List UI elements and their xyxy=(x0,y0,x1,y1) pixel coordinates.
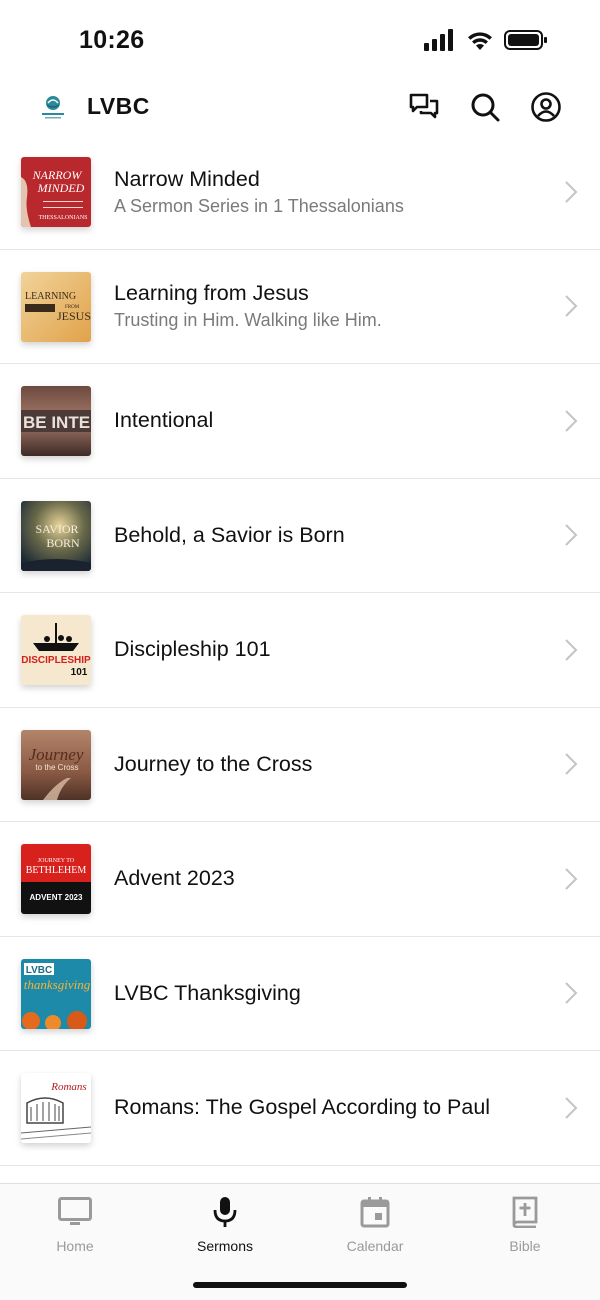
row-text: Romans: The Gospel According to Paul xyxy=(114,1051,490,1165)
account-icon xyxy=(531,92,561,122)
list-item[interactable]: DISCIPLESHIP 101 Discipleship 101 xyxy=(0,593,600,708)
account-button[interactable] xyxy=(529,90,563,124)
series-subtitle: Trusting in Him. Walking like Him. xyxy=(114,310,382,331)
svg-text:101: 101 xyxy=(71,667,88,678)
list-item[interactable]: NARROW MINDED THESSALONIANS Narrow Minde… xyxy=(0,135,600,250)
chevron-right-icon xyxy=(565,295,578,317)
svg-text:LEARNING: LEARNING xyxy=(25,291,76,302)
status-bar: 10:26 xyxy=(0,0,600,80)
svg-text:BORN: BORN xyxy=(46,536,80,550)
chevron-right-icon xyxy=(565,181,578,203)
microphone-icon xyxy=(213,1197,237,1227)
status-time: 10:26 xyxy=(79,26,145,54)
cellular-signal-icon xyxy=(424,29,453,51)
search-button[interactable] xyxy=(468,90,502,124)
chevron-right-icon xyxy=(565,1097,578,1119)
svg-text:Romans: Romans xyxy=(50,1081,86,1093)
list-item[interactable]: JOURNEY TO BETHLEHEM ADVENT 2023 Advent … xyxy=(0,822,600,937)
svg-text:BE INTENT: BE INTENT xyxy=(23,413,91,432)
tab-label: Bible xyxy=(509,1238,541,1254)
row-text: Learning from Jesus Trusting in Him. Wal… xyxy=(114,250,382,364)
series-title: Discipleship 101 xyxy=(114,637,271,662)
app-title: LVBC xyxy=(87,93,150,119)
svg-text:SAVIOR: SAVIOR xyxy=(35,522,78,536)
home-indicator xyxy=(193,1282,407,1288)
svg-text:JOURNEY TO: JOURNEY TO xyxy=(38,858,75,864)
tab-home[interactable]: Home xyxy=(0,1194,150,1254)
series-title: Narrow Minded xyxy=(114,166,260,191)
chevron-right-icon xyxy=(565,753,578,775)
row-text: Advent 2023 xyxy=(114,822,235,936)
series-artwork: LVBC thanksgiving xyxy=(21,958,91,1029)
list-item[interactable]: Journey to the Cross Journey to the Cros… xyxy=(0,708,600,822)
row-text: Intentional xyxy=(114,364,213,478)
svg-text:DISCIPLESHIP: DISCIPLESHIP xyxy=(21,655,91,666)
list-item[interactable]: LEARNING FROM JESUS. Learning from Jesus… xyxy=(0,250,600,364)
series-title: Intentional xyxy=(114,408,214,433)
series-title: LVBC Thanksgiving xyxy=(114,980,301,1005)
chevron-right-icon xyxy=(565,982,578,1004)
series-title: Advent 2023 xyxy=(114,866,235,891)
tab-bar: Home Sermons Calendar Bible xyxy=(0,1183,600,1300)
series-artwork: NARROW MINDED THESSALONIANS xyxy=(21,157,91,227)
series-artwork: DISCIPLESHIP 101 xyxy=(21,615,91,685)
status-icons xyxy=(424,29,548,51)
svg-text:THESSALONIANS: THESSALONIANS xyxy=(38,215,87,221)
chat-button[interactable] xyxy=(407,90,441,124)
bible-icon xyxy=(512,1196,538,1228)
chat-icon xyxy=(409,93,439,119)
series-title: Behold, a Savior is Born xyxy=(114,522,345,547)
svg-text:JESUS.: JESUS. xyxy=(57,309,91,323)
list-item[interactable]: BE INTENT Intentional xyxy=(0,364,600,479)
app-header: LVBC xyxy=(0,80,600,138)
svg-text:Journey: Journey xyxy=(29,745,84,764)
list-item[interactable]: Romans Romans: The Gospel According to P… xyxy=(0,1051,600,1166)
row-text: Narrow Minded A Sermon Series in 1 Thess… xyxy=(114,135,404,249)
monitor-icon xyxy=(58,1197,92,1225)
svg-text:thanksgiving: thanksgiving xyxy=(24,977,91,992)
row-text: Journey to the Cross xyxy=(114,708,312,822)
series-artwork: SAVIOR BORN xyxy=(21,500,91,571)
list-item[interactable]: LVBC thanksgiving LVBC Thanksgiving xyxy=(0,937,600,1051)
tab-sermons[interactable]: Sermons xyxy=(150,1194,300,1254)
tab-label: Sermons xyxy=(196,1238,254,1254)
series-artwork: Journey to the Cross xyxy=(21,729,91,800)
series-artwork: JOURNEY TO BETHLEHEM ADVENT 2023 xyxy=(21,844,91,914)
svg-text:LVBC: LVBC xyxy=(26,965,52,976)
battery-icon xyxy=(504,30,547,50)
series-artwork: LEARNING FROM JESUS. xyxy=(21,271,91,342)
series-title: Learning from Jesus xyxy=(114,281,309,306)
row-text: LVBC Thanksgiving xyxy=(114,937,301,1051)
series-artwork: Romans xyxy=(21,1073,91,1143)
series-subtitle: A Sermon Series in 1 Thessalonians xyxy=(114,195,404,216)
series-title: Journey to the Cross xyxy=(114,751,313,776)
chevron-right-icon xyxy=(565,868,578,890)
tab-bible[interactable]: Bible xyxy=(450,1194,600,1254)
tab-label: Home xyxy=(56,1238,94,1254)
calendar-icon xyxy=(360,1197,390,1228)
search-icon xyxy=(471,93,500,122)
chevron-right-icon xyxy=(565,639,578,661)
church-logo xyxy=(38,93,68,123)
sermon-series-list: NARROW MINDED THESSALONIANS Narrow Minde… xyxy=(0,135,600,1183)
row-text: Behold, a Savior is Born xyxy=(114,479,345,593)
row-text: Discipleship 101 xyxy=(114,593,271,707)
series-artwork: BE INTENT xyxy=(21,386,91,456)
chevron-right-icon xyxy=(565,524,578,546)
wifi-icon xyxy=(468,32,492,50)
svg-text:NARROW: NARROW xyxy=(32,168,83,182)
svg-text:BETHLEHEM: BETHLEHEM xyxy=(26,865,87,876)
chevron-right-icon xyxy=(565,410,578,432)
svg-text:to the Cross: to the Cross xyxy=(35,763,78,772)
tab-calendar[interactable]: Calendar xyxy=(300,1194,450,1254)
series-title: Romans: The Gospel According to Paul xyxy=(114,1095,491,1120)
svg-text:ADVENT 2023: ADVENT 2023 xyxy=(30,893,83,902)
list-item[interactable]: SAVIOR BORN Behold, a Savior is Born xyxy=(0,479,600,593)
tab-label: Calendar xyxy=(346,1238,404,1254)
svg-text:MINDED: MINDED xyxy=(37,181,85,195)
